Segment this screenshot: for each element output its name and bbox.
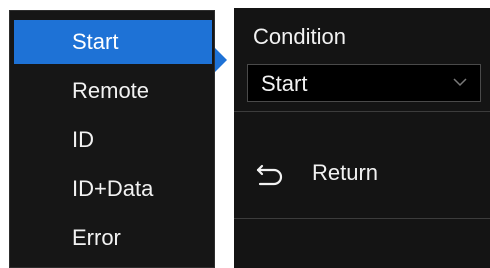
condition-options-menu: Start Remote ID ID+Data Error bbox=[9, 10, 215, 268]
return-arrow-icon bbox=[256, 164, 283, 186]
menu-item-error[interactable]: Error bbox=[14, 216, 212, 260]
condition-section: Condition Start bbox=[234, 8, 490, 112]
menu-pointer-arrow bbox=[215, 48, 227, 72]
chevron-down-icon bbox=[453, 78, 467, 87]
empty-section bbox=[234, 219, 490, 268]
condition-label: Condition bbox=[253, 24, 346, 49]
return-label: Return bbox=[312, 160, 379, 185]
menu-item-id-data[interactable]: ID+Data bbox=[14, 167, 212, 211]
condition-select-value: Start bbox=[261, 71, 308, 96]
menu-item-id[interactable]: ID bbox=[14, 118, 212, 162]
trigger-condition-screen: Start Remote ID ID+Data Error Condition … bbox=[0, 0, 490, 268]
return-button[interactable]: Return bbox=[234, 112, 490, 219]
menu-item-remote[interactable]: Remote bbox=[14, 69, 212, 113]
condition-select[interactable]: Start bbox=[247, 64, 481, 102]
settings-panel: Condition Start Return bbox=[234, 8, 490, 268]
menu-item-start[interactable]: Start bbox=[14, 20, 212, 64]
